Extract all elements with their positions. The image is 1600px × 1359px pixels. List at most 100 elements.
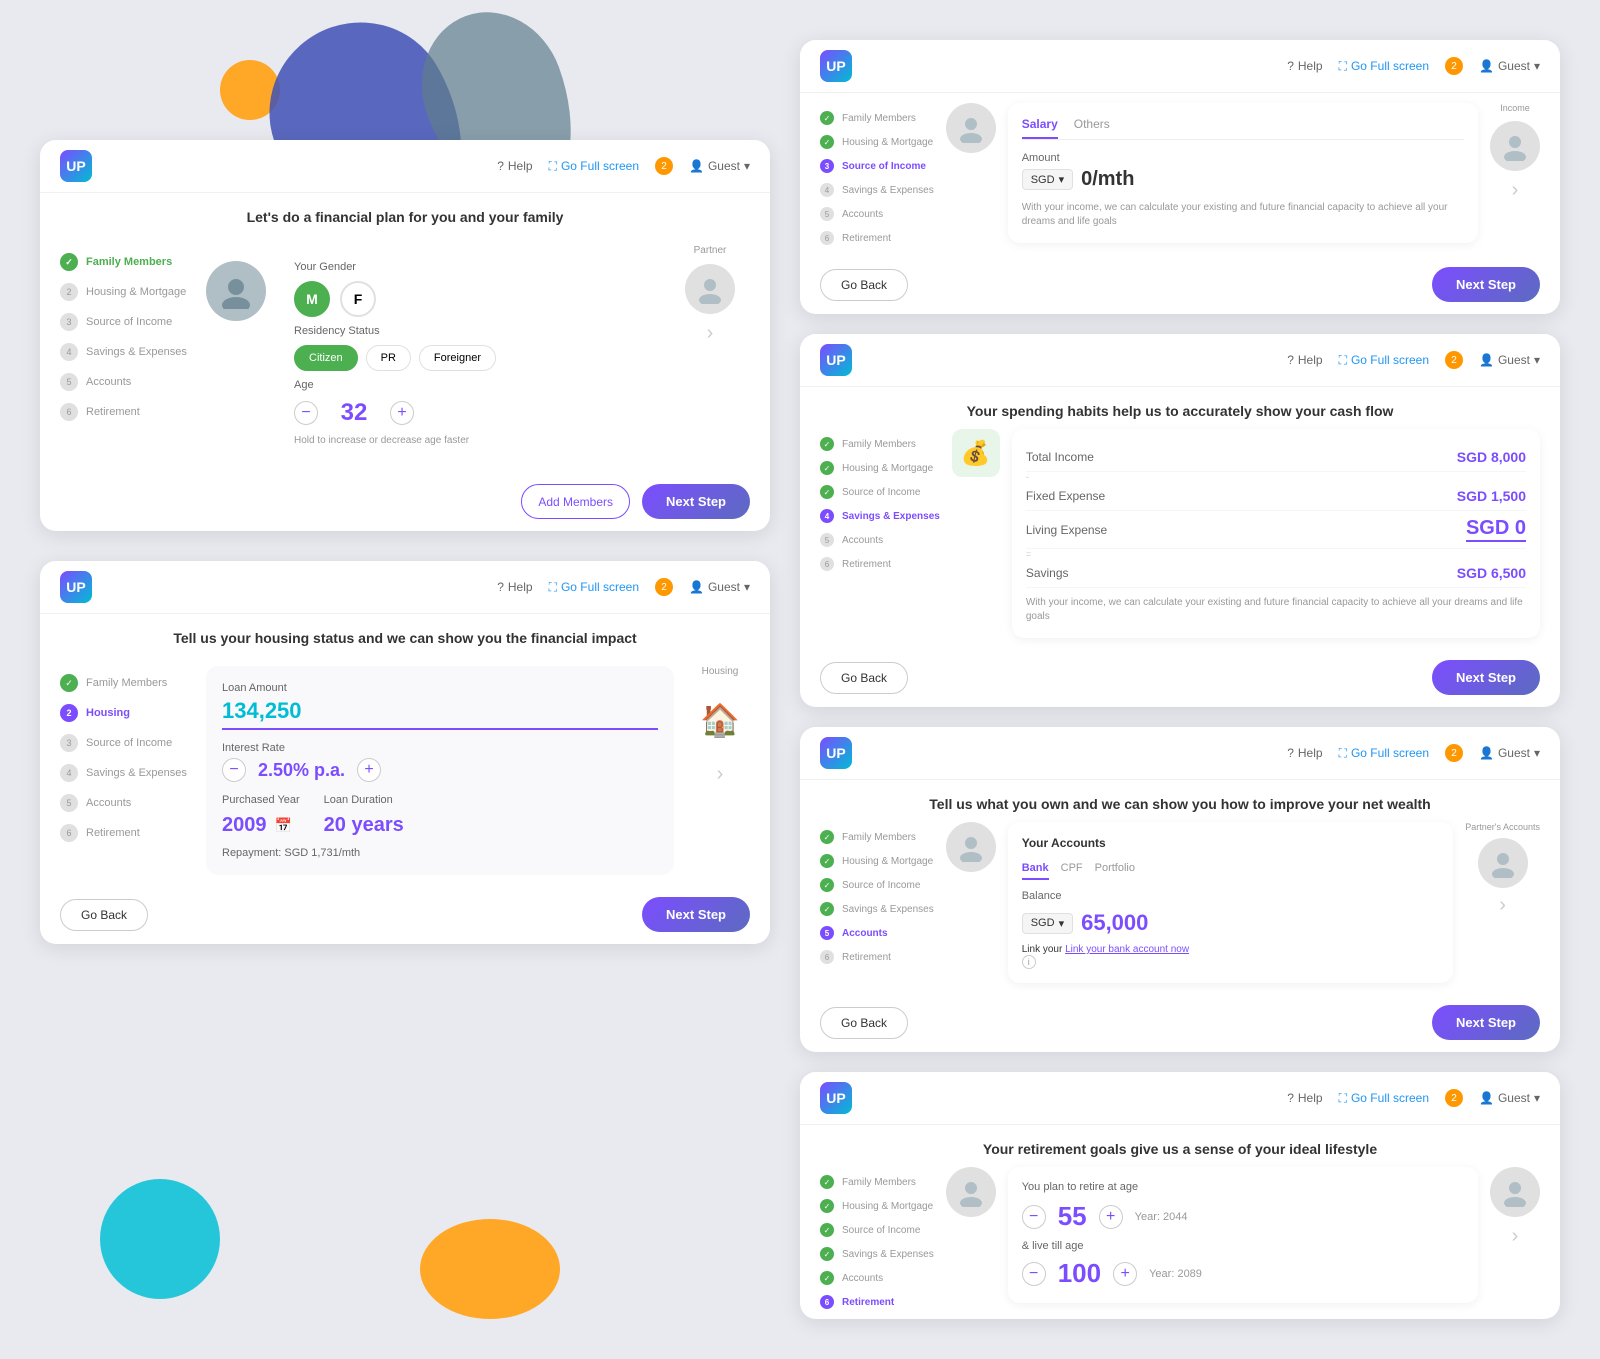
residency-citizen[interactable]: Citizen — [294, 345, 358, 371]
tab-portfolio[interactable]: Portfolio — [1095, 858, 1135, 880]
guest-button[interactable]: 👤 Guest ▾ — [689, 159, 750, 173]
bank-account-link[interactable]: Link your bank account now — [1065, 944, 1189, 955]
residency-foreigner[interactable]: Foreigner — [419, 345, 496, 371]
p5-sidebar-retirement[interactable]: 6 Retirement — [820, 950, 934, 964]
p3-sidebar-housing[interactable]: ✓ Housing & Mortgage — [820, 461, 940, 475]
panel6-sidenav: ✓ Family Members ✓ Housing & Mortgage ✓ … — [820, 1167, 934, 1309]
p2-sidebar-housing[interactable]: 2 Housing — [60, 704, 190, 722]
p6-sidebar-income[interactable]: ✓ Source of Income — [820, 1223, 934, 1237]
p4-sidebar-housing[interactable]: ✓ Housing & Mortgage — [820, 135, 934, 149]
gender-f-button[interactable]: F — [340, 281, 376, 317]
p4-sidebar-family[interactable]: ✓ Family Members — [820, 111, 934, 125]
sidebar-item-accounts[interactable]: 5 Accounts — [60, 373, 190, 391]
fullscreen-button[interactable]: ⛶ Go Full screen — [549, 159, 639, 174]
rate-decrease-button[interactable]: − — [222, 758, 246, 782]
guest-button-4[interactable]: 👤 Guest ▾ — [1479, 59, 1540, 73]
go-back-button-3[interactable]: Go Back — [820, 662, 908, 694]
sidebar-item-family-members[interactable]: ✓ Family Members — [60, 253, 190, 271]
help-button-5[interactable]: ? Help — [1287, 746, 1322, 760]
guest-button-2[interactable]: 👤 Guest ▾ — [689, 580, 750, 594]
p5-sidebar-family[interactable]: ✓ Family Members — [820, 830, 934, 844]
p2-sidebar-income[interactable]: 3 Source of Income — [60, 734, 190, 752]
p2-nav-num-1: ✓ — [60, 674, 78, 692]
live-till-increase-button[interactable]: + — [1113, 1262, 1137, 1286]
p5-sidebar-income[interactable]: ✓ Source of Income — [820, 878, 934, 892]
p2-sidebar-savings[interactable]: 4 Savings & Expenses — [60, 764, 190, 782]
p3-sidebar-income[interactable]: ✓ Source of Income — [820, 485, 940, 499]
p2-sidebar-family[interactable]: ✓ Family Members — [60, 674, 190, 692]
go-back-button-5[interactable]: Go Back — [820, 1007, 908, 1039]
notification-badge-4[interactable]: 2 — [1445, 57, 1463, 75]
p4-sidebar-accounts[interactable]: 5 Accounts — [820, 207, 934, 221]
fullscreen-button-5[interactable]: ⛶ Go Full screen — [1339, 746, 1429, 761]
retire-age-increase-button[interactable]: + — [1099, 1205, 1123, 1229]
retirement-chevron-right[interactable]: › — [1512, 1225, 1519, 1248]
help-button-2[interactable]: ? Help — [497, 580, 532, 594]
fullscreen-button-4[interactable]: ⛶ Go Full screen — [1339, 59, 1429, 74]
sidebar-item-source-income[interactable]: 3 Source of Income — [60, 313, 190, 331]
income-chevron-right[interactable]: › — [1512, 179, 1519, 202]
p6-sidebar-accounts[interactable]: ✓ Accounts — [820, 1271, 934, 1285]
fullscreen-button-6[interactable]: ⛶ Go Full screen — [1339, 1091, 1429, 1106]
help-button-4[interactable]: ? Help — [1287, 59, 1322, 73]
notification-badge-2[interactable]: 2 — [655, 578, 673, 596]
fullscreen-button-3[interactable]: ⛶ Go Full screen — [1339, 353, 1429, 368]
next-step-button-3[interactable]: Next Step — [1432, 660, 1540, 695]
p6-sidebar-housing[interactable]: ✓ Housing & Mortgage — [820, 1199, 934, 1213]
p5-sidebar-accounts[interactable]: 5 Accounts — [820, 926, 934, 940]
guest-button-3[interactable]: 👤 Guest ▾ — [1479, 353, 1540, 367]
p6-sidebar-retirement[interactable]: 6 Retirement — [820, 1295, 934, 1309]
rate-increase-button[interactable]: + — [357, 758, 381, 782]
accounts-chevron-right[interactable]: › — [1499, 894, 1506, 917]
next-step-button-4[interactable]: Next Step — [1432, 267, 1540, 302]
sidebar-item-savings[interactable]: 4 Savings & Expenses — [60, 343, 190, 361]
p3-sidebar-retirement[interactable]: 6 Retirement — [820, 557, 940, 571]
tab-cpf[interactable]: CPF — [1061, 858, 1083, 880]
go-back-button-2[interactable]: Go Back — [60, 899, 148, 931]
residency-pr[interactable]: PR — [366, 345, 411, 371]
p6-sidebar-savings[interactable]: ✓ Savings & Expenses — [820, 1247, 934, 1261]
next-step-button-2[interactable]: Next Step — [642, 897, 750, 932]
age-increase-button[interactable]: + — [390, 401, 414, 425]
p5-sidebar-savings[interactable]: ✓ Savings & Expenses — [820, 902, 934, 916]
gender-m-button[interactable]: M — [294, 281, 330, 317]
go-back-button-4[interactable]: Go Back — [820, 269, 908, 301]
p2-sidebar-accounts[interactable]: 5 Accounts — [60, 794, 190, 812]
retire-age-decrease-button[interactable]: − — [1022, 1205, 1046, 1229]
notification-badge-3[interactable]: 2 — [1445, 351, 1463, 369]
p3-sidebar-family[interactable]: ✓ Family Members — [820, 437, 940, 451]
p2-sidebar-retirement[interactable]: 6 Retirement — [60, 824, 190, 842]
chevron-right-icon[interactable]: › — [707, 322, 714, 345]
fullscreen-button-2[interactable]: ⛶ Go Full screen — [549, 580, 639, 595]
notification-badge-6[interactable]: 2 — [1445, 1089, 1463, 1107]
help-button[interactable]: ? Help — [497, 159, 532, 173]
income-avatar — [946, 103, 996, 153]
age-decrease-button[interactable]: − — [294, 401, 318, 425]
tab-others[interactable]: Others — [1074, 117, 1110, 139]
p6-sidebar-family[interactable]: ✓ Family Members — [820, 1175, 934, 1189]
tab-salary[interactable]: Salary — [1022, 117, 1058, 139]
next-step-button-1[interactable]: Next Step — [642, 484, 750, 519]
notification-badge-5[interactable]: 2 — [1445, 744, 1463, 762]
help-button-3[interactable]: ? Help — [1287, 353, 1322, 367]
sgd-dropdown[interactable]: SGD ▾ — [1022, 169, 1073, 190]
help-button-6[interactable]: ? Help — [1287, 1091, 1322, 1105]
p4-sidebar-retirement[interactable]: 6 Retirement — [820, 231, 934, 245]
tab-bank[interactable]: Bank — [1022, 858, 1049, 880]
balance-sgd-dropdown[interactable]: SGD ▾ — [1022, 913, 1073, 934]
next-step-button-5[interactable]: Next Step — [1432, 1005, 1540, 1040]
live-till-decrease-button[interactable]: − — [1022, 1262, 1046, 1286]
p5-sidebar-housing[interactable]: ✓ Housing & Mortgage — [820, 854, 934, 868]
sidebar-item-housing[interactable]: 2 Housing & Mortgage — [60, 283, 190, 301]
guest-button-6[interactable]: 👤 Guest ▾ — [1479, 1091, 1540, 1105]
p4-sidebar-savings[interactable]: 4 Savings & Expenses — [820, 183, 934, 197]
sidebar-item-retirement[interactable]: 6 Retirement — [60, 403, 190, 421]
notification-badge[interactable]: 2 — [655, 157, 673, 175]
accounts-info-card: Your Accounts Bank CPF Portfolio Balance… — [1008, 822, 1454, 983]
guest-button-5[interactable]: 👤 Guest ▾ — [1479, 746, 1540, 760]
housing-chevron-right[interactable]: › — [717, 763, 724, 786]
p4-sidebar-income[interactable]: 3 Source of Income — [820, 159, 934, 173]
p3-sidebar-accounts[interactable]: 5 Accounts — [820, 533, 940, 547]
add-members-button[interactable]: Add Members — [521, 484, 630, 519]
p3-sidebar-savings[interactable]: 4 Savings & Expenses — [820, 509, 940, 523]
